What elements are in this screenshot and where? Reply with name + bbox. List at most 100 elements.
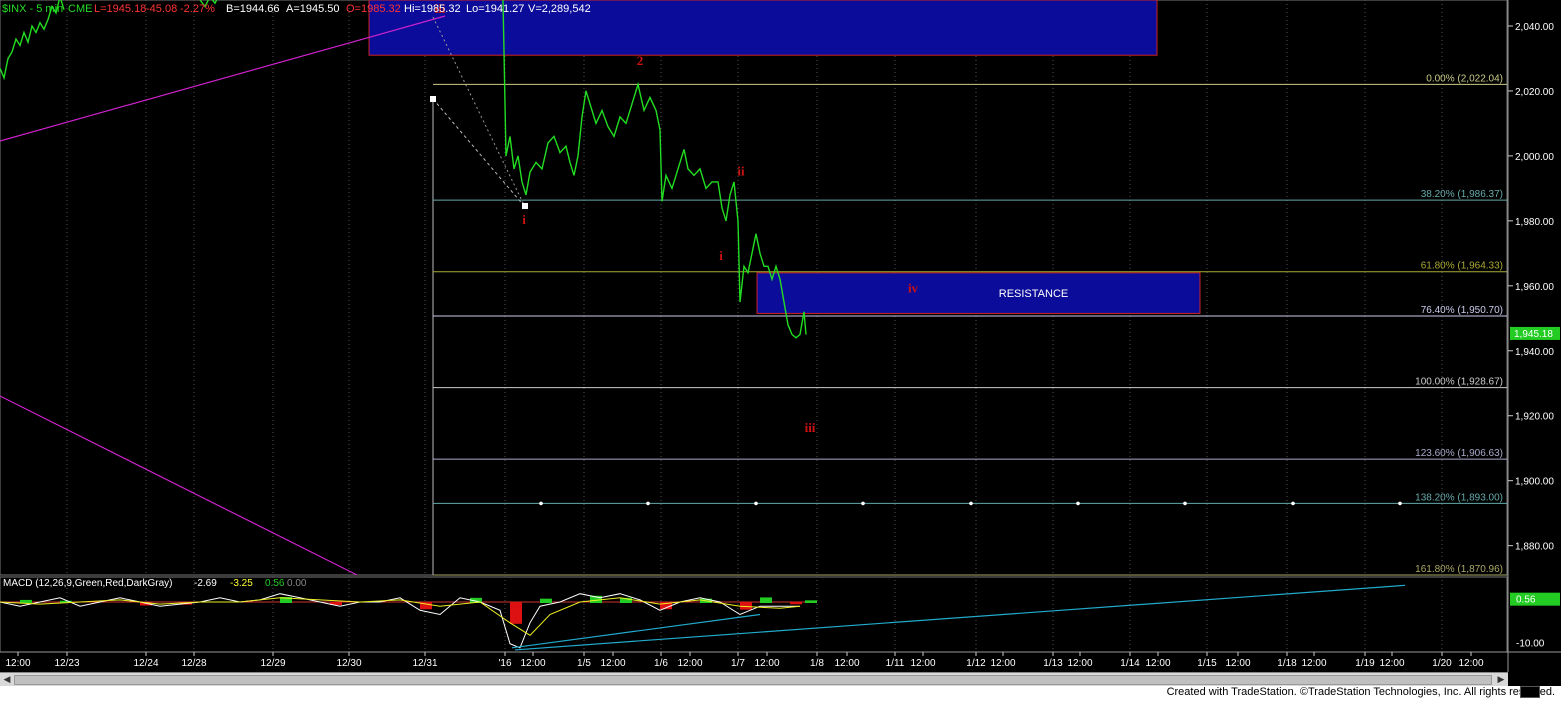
fib-handle <box>430 96 436 102</box>
x-tick-label: 1/18 <box>1277 658 1297 669</box>
change-percent: -2.27% <box>180 3 215 15</box>
scroll-left-icon[interactable]: ◀ <box>0 673 14 687</box>
fib-marker <box>646 501 650 506</box>
x-tick-label: 1/7 <box>731 658 745 669</box>
x-tick-label: 12:00 <box>520 658 545 669</box>
x-tick-label: 12:00 <box>990 658 1015 669</box>
x-tick-label: 1/15 <box>1197 658 1217 669</box>
fib-connector <box>432 98 526 208</box>
macd-panel-frame <box>0 576 1508 653</box>
macd-title: MACD (12,26,9,Green,Red,DarkGray) <box>3 578 173 589</box>
fib-level-label: 38.20% (1,986.37) <box>1421 189 1503 200</box>
price-chart[interactable]: RESISTANCE 0.00% (2,022.04) 38.20% (1,986.… <box>0 0 1561 702</box>
macd-value: 0.00 <box>287 578 307 589</box>
macd-histogram-bar <box>790 602 802 605</box>
wave-label: iv <box>908 280 919 295</box>
y-tick-label: 1,940.00 <box>1515 347 1554 358</box>
macd-histogram-bar <box>510 602 522 624</box>
x-tick-label: 12:00 <box>1301 658 1326 669</box>
x-tick-label: 12:00 <box>1458 658 1483 669</box>
y-tick-label: 2,040.00 <box>1515 22 1554 33</box>
resistance-label: RESISTANCE <box>999 288 1068 300</box>
symbol-label: $INX - 5 min <box>2 3 64 15</box>
wave-label: iii <box>805 420 816 435</box>
fib-marker <box>1291 501 1295 506</box>
x-tick-label: 1/8 <box>810 658 824 669</box>
x-tick-label: 12:00 <box>834 658 859 669</box>
y-tick-label: 1,980.00 <box>1515 217 1554 228</box>
x-tick-label: 12:00 <box>1379 658 1404 669</box>
wave-label: i <box>719 248 723 263</box>
fib-level-label: 100.00% (1,928.67) <box>1415 377 1503 388</box>
wave-label: 2 <box>637 53 644 68</box>
footer-credit: Created with TradeStation. ©TradeStation… <box>1166 686 1555 698</box>
x-tick-label: 12/30 <box>336 658 361 669</box>
fib-level-label: 61.80% (1,964.33) <box>1421 261 1503 272</box>
wave-label: i <box>522 212 526 227</box>
x-tick-label: 1/14 <box>1120 658 1140 669</box>
x-tick-label: 12:00 <box>5 658 30 669</box>
y-tick-label: 1,900.00 <box>1515 477 1554 488</box>
x-tick-label: 12:00 <box>677 658 702 669</box>
x-tick-label: 12:00 <box>754 658 779 669</box>
macd-histogram-bar <box>20 599 32 603</box>
macd-value: -3.25 <box>230 578 253 589</box>
x-tick-label: 1/5 <box>577 658 591 669</box>
fib-marker <box>861 501 865 506</box>
x-tick-label: 12/24 <box>133 658 158 669</box>
trendline <box>0 395 358 576</box>
x-tick-label: 12:00 <box>1067 658 1092 669</box>
x-tick-label: 12:00 <box>1225 658 1250 669</box>
fib-marker <box>539 501 543 506</box>
x-tick-label: 12:00 <box>600 658 625 669</box>
horizontal-scrollbar[interactable]: ◀ ▶ <box>0 672 1508 687</box>
fib-level-label: 76.40% (1,950.70) <box>1421 305 1503 316</box>
fib-marker <box>969 501 973 506</box>
chart-header: $INX - 5 min CME L=1945.18 -45.08 -2.27%… <box>0 0 1561 18</box>
high-price: Hi=1985.32 <box>404 3 461 15</box>
x-tick-label: '16 <box>498 658 511 669</box>
bid-price: B=1944.66 <box>226 3 280 15</box>
price-panel-frame <box>0 0 1508 576</box>
x-tick-label: 1/19 <box>1355 658 1375 669</box>
fib-marker <box>1076 501 1080 506</box>
macd-histogram-bar <box>760 597 772 603</box>
fib-marker <box>754 501 758 506</box>
fib-marker <box>1398 501 1402 506</box>
fib-handle <box>522 203 528 209</box>
wave-label: ii <box>737 163 745 178</box>
macd-histogram-bar <box>540 598 552 603</box>
x-tick-label: 1/20 <box>1432 658 1452 669</box>
change-value: -45.08 <box>146 3 178 15</box>
y-tick-label: 2,000.00 <box>1515 152 1554 163</box>
macd-histogram-bar <box>805 600 817 603</box>
ask-price: A=1945.50 <box>286 3 340 15</box>
fib-marker <box>1183 501 1187 506</box>
last-price: L=1945.18 <box>94 3 147 15</box>
fib-level-label: 161.80% (1,870.96) <box>1415 564 1503 575</box>
last-price-marker: 1,945.18 <box>1514 329 1553 340</box>
y-tick-label: 1,920.00 <box>1515 412 1554 423</box>
x-tick-label: 1/11 <box>886 658 905 669</box>
macd-trendline <box>514 584 1406 651</box>
scroll-right-icon[interactable]: ▶ <box>1494 673 1508 687</box>
y-tick-label: 1,960.00 <box>1515 282 1554 293</box>
macd-series-line <box>0 597 801 636</box>
resistance-zone <box>756 272 1201 314</box>
x-tick-label: 12/29 <box>260 658 285 669</box>
x-tick-label: 12:00 <box>1145 658 1170 669</box>
y-tick-label: 1,880.00 <box>1515 542 1554 553</box>
scrollbar-thumb[interactable] <box>14 675 1492 685</box>
x-tick-label: 12/31 <box>412 658 437 669</box>
x-tick-label: 1/6 <box>654 658 668 669</box>
macd-trendline <box>511 613 761 649</box>
fib-level-label: 138.20% (1,893.00) <box>1415 492 1503 503</box>
x-tick-label: 12:00 <box>910 658 935 669</box>
resize-handle-icon[interactable] <box>1520 686 1540 698</box>
trendline <box>0 15 446 142</box>
volume-value: V=2,289,542 <box>528 3 591 15</box>
low-price: Lo=1941.27 <box>466 3 525 15</box>
x-tick-label: 12/28 <box>181 658 206 669</box>
y-tick-label: 2,020.00 <box>1515 87 1554 98</box>
exchange-label: CME <box>68 3 93 15</box>
